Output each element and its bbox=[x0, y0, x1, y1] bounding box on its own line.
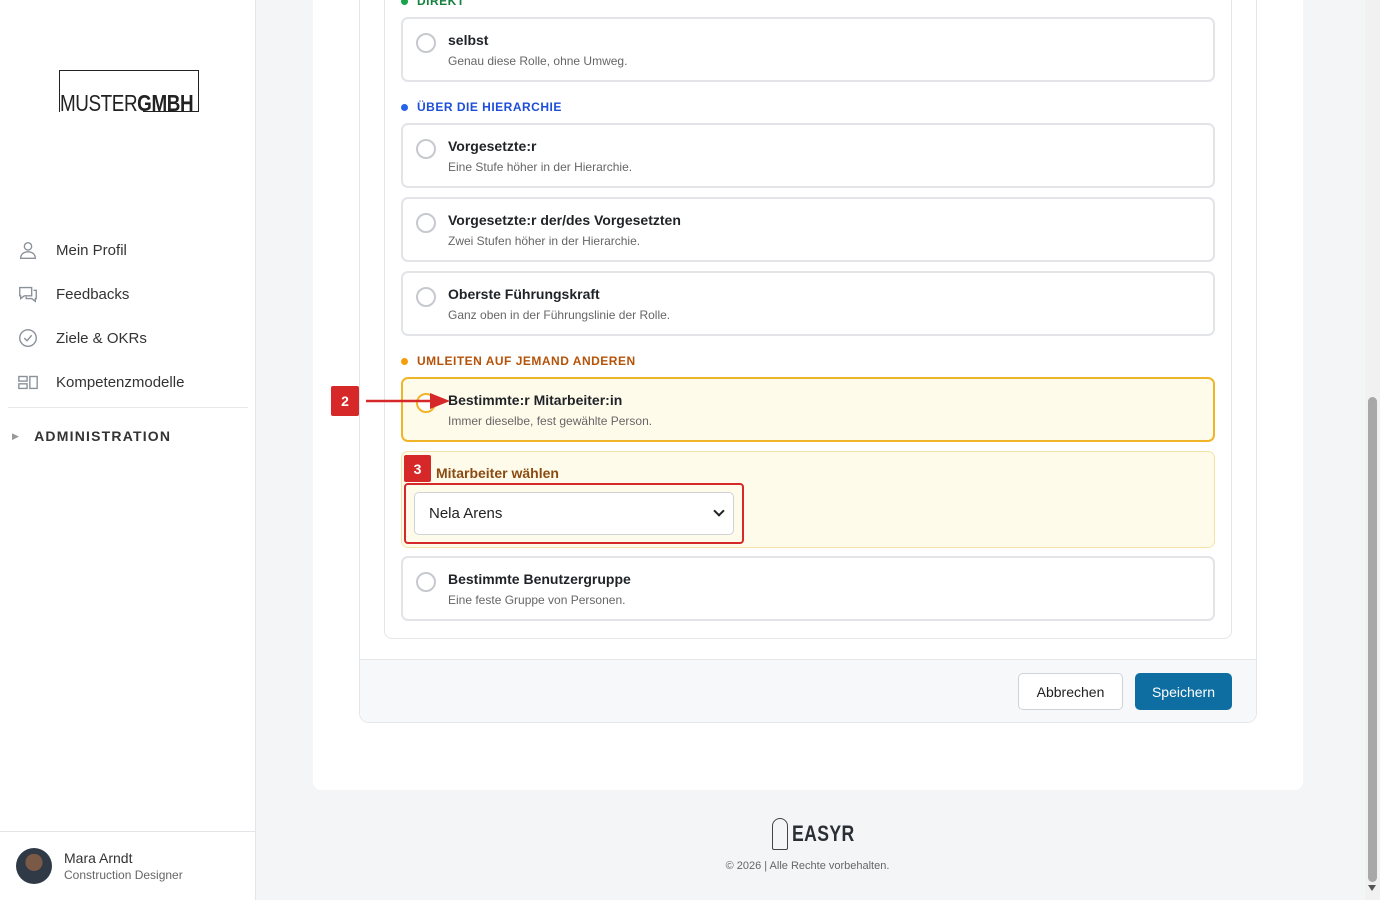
radio-button[interactable] bbox=[416, 139, 436, 159]
option-vorgesetzte[interactable]: Vorgesetzte:r Eine Stufe höher in der Hi… bbox=[401, 123, 1215, 188]
option-bestimmte-mitarbeiterin[interactable]: Bestimmte:r Mitarbeiter:in Immer dieselb… bbox=[401, 377, 1215, 442]
option-description: Immer dieselbe, fest gewählte Person. bbox=[448, 414, 653, 428]
sidebar-item-administration[interactable]: ▶ ADMINISTRATION bbox=[12, 428, 171, 444]
annotation-arrow-icon bbox=[366, 393, 450, 409]
section-hierarchy: ÜBER DIE HIERARCHIE bbox=[401, 100, 562, 114]
check-circle-icon bbox=[19, 329, 37, 347]
caret-right-icon: ▶ bbox=[12, 430, 21, 441]
radio-button[interactable] bbox=[416, 287, 436, 307]
sidebar-item-feedbacks[interactable]: Feedbacks bbox=[0, 272, 256, 316]
cancel-button[interactable]: Abbrechen bbox=[1018, 673, 1123, 710]
scroll-down-arrow-icon[interactable] bbox=[1368, 885, 1376, 891]
sidebar: MUSTERGMBH Mein Profil Feedbacks Ziele &… bbox=[0, 0, 256, 900]
section-label: UMLEITEN AUF JEMAND ANDEREN bbox=[417, 354, 636, 368]
footer-copyright: © 2026 | Alle Rechte vorbehalten. bbox=[725, 860, 890, 872]
option-description: Eine Stufe höher in der Hierarchie. bbox=[448, 160, 633, 174]
sidebar-item-ziele-okrs[interactable]: Ziele & OKRs bbox=[0, 316, 256, 360]
section-dot bbox=[401, 357, 408, 365]
option-bestimmte-benutzergruppe[interactable]: Bestimmte Benutzergruppe Eine feste Grup… bbox=[401, 556, 1215, 621]
annotation-highlight-box bbox=[404, 483, 744, 544]
sidebar-item-mein-profil[interactable]: Mein Profil bbox=[0, 228, 256, 272]
sidebar-item-kompetenzmodelle[interactable]: Kompetenzmodelle bbox=[0, 360, 256, 404]
section-direct: DIREKT bbox=[401, 0, 465, 8]
annotation-step-2-badge: 2 bbox=[331, 386, 359, 416]
option-title: Bestimmte:r Mitarbeiter:in bbox=[448, 392, 623, 408]
grid-icon bbox=[18, 375, 38, 390]
option-title: selbst bbox=[448, 32, 489, 48]
scrollbar-thumb[interactable] bbox=[1368, 397, 1377, 882]
option-selbst[interactable]: selbst Genau diese Rolle, ohne Umweg. bbox=[401, 17, 1215, 82]
sidebar-nav: Mein Profil Feedbacks Ziele & OKRs Kompe… bbox=[0, 228, 256, 404]
section-dot bbox=[401, 103, 408, 111]
footer-brand-name: EASYR bbox=[792, 821, 855, 846]
annotation-step-3-badge: 3 bbox=[404, 455, 431, 482]
sidebar-item-label: Kompetenzmodelle bbox=[56, 373, 185, 391]
option-vorgesetzte-der-vorgesetzten[interactable]: Vorgesetzte:r der/des Vorgesetzten Zwei … bbox=[401, 197, 1215, 262]
option-title: Bestimmte Benutzergruppe bbox=[448, 571, 631, 587]
footer-brand: EASYR bbox=[772, 818, 870, 850]
option-title: Vorgesetzte:r bbox=[448, 138, 537, 154]
sidebar-item-label: Mein Profil bbox=[56, 241, 127, 259]
logo-text-bold: GMBH bbox=[137, 90, 194, 116]
option-oberste-fuehrungskraft[interactable]: Oberste Führungskraft Ganz oben in der F… bbox=[401, 271, 1215, 336]
option-title: Vorgesetzte:r der/des Vorgesetzten bbox=[448, 212, 681, 228]
section-label: DIREKT bbox=[417, 0, 465, 8]
radio-button[interactable] bbox=[416, 213, 436, 233]
option-description: Zwei Stufen höher in der Hierarchie. bbox=[448, 234, 641, 248]
option-description: Eine feste Gruppe von Personen. bbox=[448, 593, 626, 607]
option-description: Genau diese Rolle, ohne Umweg. bbox=[448, 54, 628, 68]
company-logo[interactable]: MUSTERGMBH bbox=[59, 70, 199, 116]
chat-icon bbox=[19, 286, 37, 303]
option-description: Ganz oben in der Führungslinie der Rolle… bbox=[448, 308, 671, 322]
radio-button[interactable] bbox=[416, 33, 436, 53]
logo-text-light: MUSTER bbox=[60, 90, 138, 116]
option-title: Oberste Führungskraft bbox=[448, 286, 600, 302]
save-button[interactable]: Speichern bbox=[1135, 673, 1232, 710]
radio-button[interactable] bbox=[416, 572, 436, 592]
section-dot bbox=[401, 0, 408, 5]
easyr-logo-icon bbox=[772, 818, 788, 850]
admin-label: ADMINISTRATION bbox=[34, 428, 172, 444]
sidebar-item-label: Ziele & OKRs bbox=[56, 329, 147, 347]
section-redirect: UMLEITEN AUF JEMAND ANDEREN bbox=[401, 354, 636, 368]
sidebar-item-label: Feedbacks bbox=[56, 285, 130, 303]
nav-divider bbox=[8, 407, 248, 408]
section-label: ÜBER DIE HIERARCHIE bbox=[417, 100, 562, 114]
employee-picker-label: Mitarbeiter wählen bbox=[436, 465, 559, 481]
user-icon bbox=[19, 241, 37, 259]
